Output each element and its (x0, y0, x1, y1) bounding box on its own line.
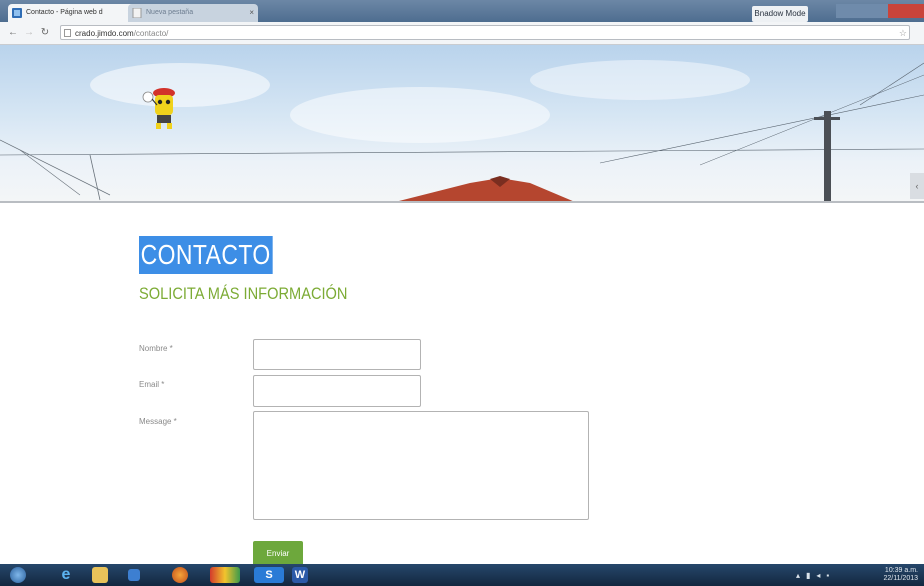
clock[interactable]: 10:39 a.m. 22/11/2013 (883, 567, 918, 583)
name-field[interactable] (253, 339, 421, 370)
tab-label: Nueva pestaña (146, 9, 194, 16)
address-toolbar: ← → ↻ crado.jimdo.com/contacto/ ☆ (0, 22, 924, 45)
internet-explorer-icon[interactable]: e (58, 567, 74, 583)
file-explorer-icon[interactable] (92, 567, 108, 583)
message-label: Message * (139, 417, 177, 426)
skype-icon[interactable]: S (254, 567, 284, 583)
back-arrow-icon[interactable]: ← (6, 26, 20, 40)
maximize-button[interactable] (862, 4, 888, 18)
submit-button[interactable]: Enviar (253, 541, 303, 565)
page-icon (132, 7, 142, 19)
header-banner: ‹ (0, 45, 924, 202)
firefox-icon[interactable] (172, 567, 188, 583)
url-domain: crado.jimdo.com (75, 29, 134, 38)
header-divider (0, 201, 924, 203)
reload-icon[interactable]: ↻ (38, 26, 52, 40)
name-label: Nombre * (139, 344, 173, 353)
word-icon[interactable]: W (292, 567, 308, 583)
page-title: CONTACTO (139, 236, 273, 274)
address-bar[interactable]: crado.jimdo.com/contacto/ ☆ (60, 25, 910, 40)
close-window-button[interactable] (888, 4, 924, 18)
clock-date: 22/11/2013 (883, 575, 918, 582)
mascot-logo (142, 88, 175, 129)
email-label: Email * (139, 380, 165, 389)
forward-arrow-icon[interactable]: → (22, 26, 36, 40)
bookmark-star-icon[interactable]: ☆ (899, 26, 907, 41)
close-tab-icon[interactable]: × (249, 4, 254, 22)
chevron-left-icon[interactable]: ‹ (910, 173, 924, 199)
banner-photo (0, 60, 924, 202)
email-field[interactable] (253, 375, 421, 407)
windows-taskbar: e S W ▴▮◂▪ 10:39 a.m. 22/11/2013 (0, 564, 924, 586)
start-button-icon[interactable] (10, 567, 26, 583)
message-textarea[interactable] (253, 411, 589, 520)
tab-new[interactable]: Nueva pestaña × (128, 4, 258, 22)
url-path: /contacto/ (133, 29, 169, 38)
page-icon (64, 29, 71, 37)
tab-label: Contacto - Página web d (26, 9, 103, 16)
page-subtitle: SOLICITA MÁS INFORMACIÓN (139, 284, 348, 303)
minimize-button[interactable] (836, 4, 862, 18)
system-tray-icons[interactable]: ▴▮◂▪ (796, 571, 835, 580)
clock-time: 10:39 a.m. (884, 567, 918, 574)
media-player-icon[interactable] (128, 569, 140, 581)
tab-contacto[interactable]: Contacto - Página web d × (8, 4, 136, 22)
chrome-icon[interactable] (210, 567, 240, 583)
browser-titlebar: Contacto - Página web d × Nueva pestaña … (0, 0, 924, 22)
incognito-indicator: Bnadow Mode (752, 6, 808, 22)
jimdo-favicon-icon (12, 8, 22, 18)
